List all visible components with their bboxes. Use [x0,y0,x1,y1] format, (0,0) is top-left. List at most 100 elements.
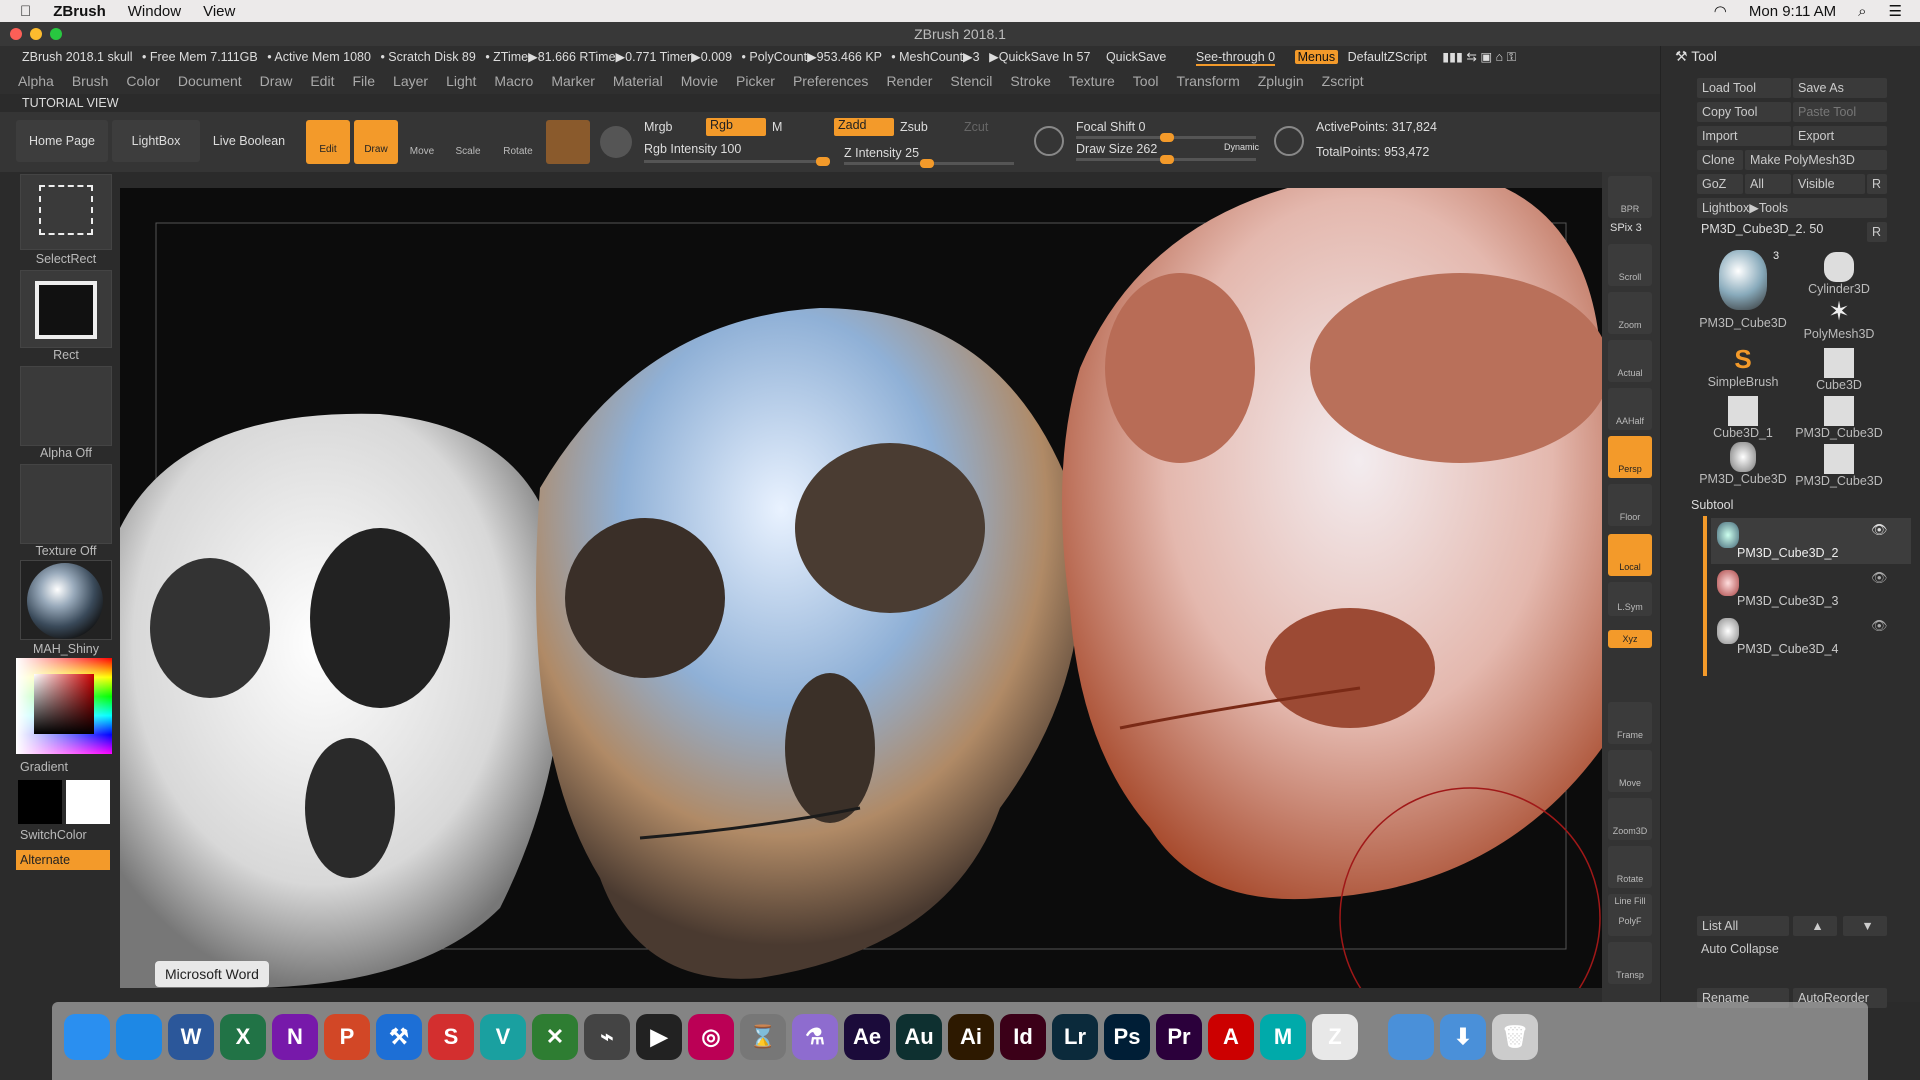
d-toggle-icon[interactable] [1274,126,1304,156]
menu-file[interactable]: File [352,73,375,89]
all-button[interactable]: All [1745,174,1791,194]
vectorworks-dock-icon[interactable]: V [480,1014,526,1060]
rgb-intensity-knob[interactable] [816,157,830,166]
eye-icon[interactable]: 👁 [1871,570,1888,586]
lsym-button[interactable]: L.Sym [1608,582,1652,616]
menu-stroke[interactable]: Stroke [1010,73,1050,89]
zoom-button[interactable]: Zoom [1608,292,1652,334]
local-button[interactable]: Local [1608,534,1652,576]
focal-shift-slider[interactable] [1076,133,1256,142]
clone-button[interactable]: Clone [1697,150,1743,170]
color-square[interactable] [34,674,94,734]
lightbox-tools-button[interactable]: Lightbox▶Tools [1697,198,1887,218]
auto-collapse-button[interactable]: Auto Collapse [1701,942,1779,956]
premiere-dock-icon[interactable]: Pr [1156,1014,1202,1060]
tool-thumb-cube3d[interactable]: Cube3D [1793,342,1885,392]
powerpoint-dock-icon[interactable]: P [324,1014,370,1060]
rotate-view-button[interactable]: Rotate [1608,846,1652,888]
menu-view[interactable]: View [203,3,235,20]
move-down-icon[interactable]: ▼ [1843,916,1887,936]
list-all-button[interactable]: List All [1697,916,1789,936]
goz-r-button[interactable]: R [1867,174,1887,194]
eye-icon[interactable]: 👁 [1871,522,1888,538]
zsub-button[interactable]: Zsub [900,120,928,134]
menu-preferences[interactable]: Preferences [793,73,868,89]
rect-stroke[interactable] [20,270,112,348]
subtool-header[interactable]: Subtool [1691,498,1733,512]
move-up-icon[interactable]: ▲ [1793,916,1837,936]
excel-dock-icon[interactable]: X [220,1014,266,1060]
spotlight-icon[interactable]: ⌕ [1858,3,1866,20]
polyf-button[interactable]: Line Fill PolyF [1608,894,1652,936]
scroll-button[interactable]: Scroll [1608,244,1652,286]
tool-thumb-polymesh3d[interactable]: ✶ PolyMesh3D [1793,294,1885,342]
menu-alpha[interactable]: Alpha [18,73,54,89]
tool-thumb-pm3d-cube3d-c[interactable]: PM3D_Cube3D [1697,438,1789,486]
menu-brush[interactable]: Brush [72,73,109,89]
tool-thumb-cube3d-1[interactable]: Cube3D_1 [1697,390,1789,440]
draw-size-slider[interactable] [1076,155,1256,164]
paste-tool-button[interactable]: Paste Tool [1793,102,1887,122]
copy-tool-button[interactable]: Copy Tool [1697,102,1791,122]
z-intensity-slider[interactable] [844,159,1014,168]
menu-material[interactable]: Material [613,73,663,89]
focal-shift-knob[interactable] [1160,133,1174,142]
zbrush-dock-icon[interactable]: Z [1312,1014,1358,1060]
current-tool-slider[interactable]: PM3D_Cube3D_2. 50 [1701,222,1823,236]
menu-app-name[interactable]: ZBrush [53,3,106,20]
motion-dock-icon[interactable]: ⌁ [584,1014,630,1060]
menu-window[interactable]: Window [128,3,181,20]
stroke-preview-icon[interactable] [600,126,632,158]
move-view-button[interactable]: Move [1608,750,1652,792]
menu-tool[interactable]: Tool [1133,73,1159,89]
applications-dock-icon[interactable] [1388,1014,1434,1060]
home-page-button[interactable]: Home Page [16,120,108,162]
clock[interactable]: Mon 9:11 AM [1749,3,1836,20]
zadd-button[interactable]: Zadd [834,118,894,136]
m-button[interactable]: M [772,120,782,134]
menu-document[interactable]: Document [178,73,242,89]
photoshop-dock-icon[interactable]: Ps [1104,1014,1150,1060]
primary-color-swatch[interactable] [18,780,62,824]
menu-transform[interactable]: Transform [1176,73,1239,89]
subtool-item-1[interactable]: 👁 PM3D_Cube3D_2 [1711,518,1911,564]
audition-dock-icon[interactable]: Au [896,1014,942,1060]
make-polymesh-button[interactable]: Make PolyMesh3D [1745,150,1887,170]
tool-thumb-pm3d-cube3d[interactable]: 3 PM3D_Cube3D [1697,246,1789,332]
dynamic-toggle[interactable]: Dynamic [1224,142,1259,152]
live-boolean-button[interactable]: Live Boolean [206,120,292,162]
menu-color[interactable]: Color [126,73,159,89]
spix-control[interactable]: SPix 3 [1610,222,1642,234]
bpr-button[interactable]: BPR [1608,176,1652,218]
automator-dock-icon[interactable]: ⚗ [792,1014,838,1060]
acrobat-dock-icon[interactable]: A [1208,1014,1254,1060]
menu-edit[interactable]: Edit [310,73,334,89]
menu-layer[interactable]: Layer [393,73,428,89]
menu-zscript[interactable]: Zscript [1322,73,1364,89]
indesign-dock-icon[interactable]: Id [1000,1014,1046,1060]
mrgb-button[interactable]: Mrgb [644,120,672,134]
zoom-window-button[interactable] [50,28,62,40]
layout-icons[interactable]: ▮▮▮ ⇆ ▣ ⌂ ⚿ [1442,50,1516,64]
load-tool-button[interactable]: Load Tool [1697,78,1791,98]
eye-icon[interactable]: 👁 [1871,618,1888,634]
import-button[interactable]: Import [1697,126,1791,146]
sketchup-dock-icon[interactable]: S [428,1014,474,1060]
switch-color-button[interactable]: SwitchColor [20,828,87,842]
rgb-button[interactable]: Rgb [706,118,766,136]
onenote-dock-icon[interactable]: N [272,1014,318,1060]
tool-thumb-pm3d-cube3d-d[interactable]: PM3D_Cube3D [1793,438,1885,488]
scale-button[interactable]: Scale [446,120,490,164]
transp-button[interactable]: Transp [1608,942,1652,984]
color-picker[interactable] [16,658,112,754]
viewport-canvas[interactable] [120,188,1602,988]
z-intensity-knob[interactable] [920,159,934,168]
menu-render[interactable]: Render [886,73,932,89]
persp-button[interactable]: Persp [1608,436,1652,478]
s-toggle-icon[interactable] [1034,126,1064,156]
minimize-window-button[interactable] [30,28,42,40]
actual-button[interactable]: Actual [1608,340,1652,382]
menu-movie[interactable]: Movie [681,73,718,89]
menu-light[interactable]: Light [446,73,476,89]
brush-preview-icon[interactable] [546,120,590,164]
